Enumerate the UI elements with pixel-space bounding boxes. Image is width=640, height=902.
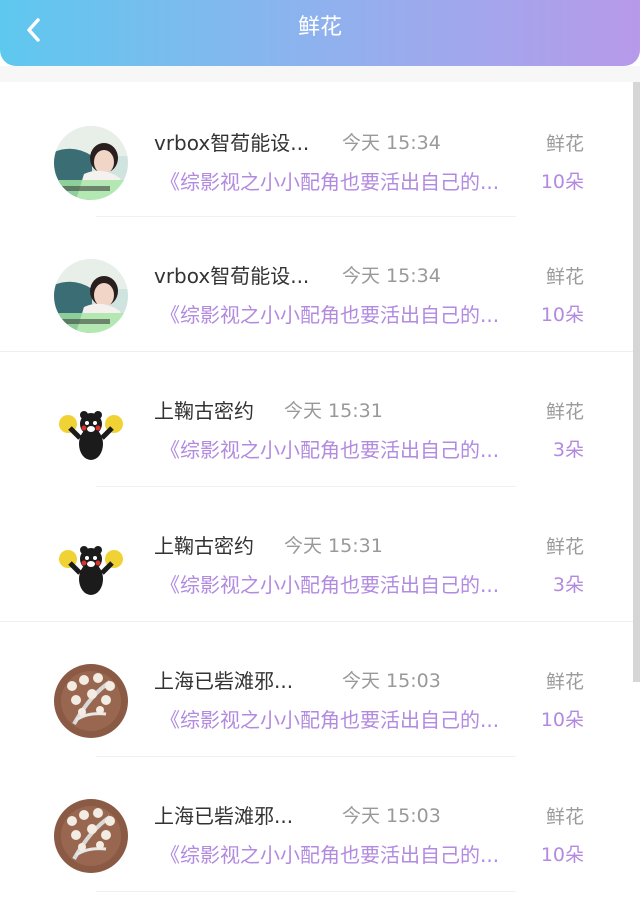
timestamp: 今天 15:03 <box>342 670 441 692</box>
book-title: 《综影视之小小配角也要活出自己的... <box>160 303 500 327</box>
book-title: 《综影视之小小配角也要活出自己的... <box>160 573 500 597</box>
list-item[interactable]: 上鞠古密约 今天 15:31 鲜花 《综影视之小小配角也要活出自己的... 3朵 <box>0 487 640 622</box>
pearl-brooch-icon <box>54 664 128 738</box>
list-item[interactable]: vrbox智荀能设... 今天 15:34 鲜花 《综影视之小小配角也要活出自己… <box>0 217 640 352</box>
header-gap <box>0 66 640 82</box>
sender-name: vrbox智荀能设... <box>154 131 310 155</box>
avatar <box>54 259 128 333</box>
book-title: 《综影视之小小配角也要活出自己的... <box>160 843 500 867</box>
bear-cheerleader-icon <box>54 394 128 468</box>
timestamp: 今天 15:03 <box>342 805 441 827</box>
avatar <box>54 799 128 873</box>
header-bar: 鲜花 <box>0 0 640 66</box>
gift-kind: 鲜花 <box>545 536 584 558</box>
woman-portrait-icon <box>54 259 128 333</box>
gift-kind: 鲜花 <box>545 806 584 828</box>
divider <box>96 891 516 892</box>
sender-name: 上海已砦滩邪... <box>154 669 294 693</box>
gift-count: 10朵 <box>540 171 584 193</box>
gift-kind: 鲜花 <box>545 671 584 693</box>
page-title: 鲜花 <box>297 15 342 40</box>
gift-list: vrbox智荀能设... 今天 15:34 鲜花 《综影视之小小配角也要活出自己… <box>0 82 640 902</box>
scrollbar[interactable] <box>633 82 640 682</box>
avatar <box>54 664 128 738</box>
list-item[interactable]: vrbox智荀能设... 今天 15:34 鲜花 《综影视之小小配角也要活出自己… <box>0 82 640 217</box>
sender-name: 上鞠古密约 <box>154 399 254 423</box>
timestamp: 今天 15:31 <box>284 535 383 557</box>
sender-name: vrbox智荀能设... <box>154 264 310 288</box>
avatar <box>54 126 128 200</box>
timestamp: 今天 15:34 <box>342 132 441 154</box>
timestamp: 今天 15:34 <box>342 265 441 287</box>
list-item[interactable]: 上鞠古密约 今天 15:31 鲜花 《综影视之小小配角也要活出自己的... 3朵 <box>0 352 640 487</box>
avatar <box>54 529 128 603</box>
timestamp: 今天 15:31 <box>284 400 383 422</box>
avatar <box>54 394 128 468</box>
list-item[interactable]: 上海已砦滩邪... 今天 15:03 鲜花 《综影视之小小配角也要活出自己的..… <box>0 757 640 892</box>
pearl-brooch-icon <box>54 799 128 873</box>
sender-name: 上海已砦滩邪... <box>154 804 294 828</box>
gift-count: 3朵 <box>552 574 584 596</box>
book-title: 《综影视之小小配角也要活出自己的... <box>160 170 500 194</box>
gift-count: 3朵 <box>552 439 584 461</box>
gift-count: 10朵 <box>540 709 584 731</box>
book-title: 《综影视之小小配角也要活出自己的... <box>160 438 500 462</box>
gift-count: 10朵 <box>540 304 584 326</box>
gift-kind: 鲜花 <box>545 133 584 155</box>
sender-name: 上鞠古密约 <box>154 534 254 558</box>
book-title: 《综影视之小小配角也要活出自己的... <box>160 708 500 732</box>
gift-kind: 鲜花 <box>545 401 584 423</box>
list-item[interactable]: 上海已砦滩邪... 今天 15:03 鲜花 《综影视之小小配角也要活出自己的..… <box>0 622 640 757</box>
gift-kind: 鲜花 <box>545 266 584 288</box>
woman-portrait-icon <box>54 126 128 200</box>
gift-count: 10朵 <box>540 844 584 866</box>
bear-cheerleader-icon <box>54 529 128 603</box>
